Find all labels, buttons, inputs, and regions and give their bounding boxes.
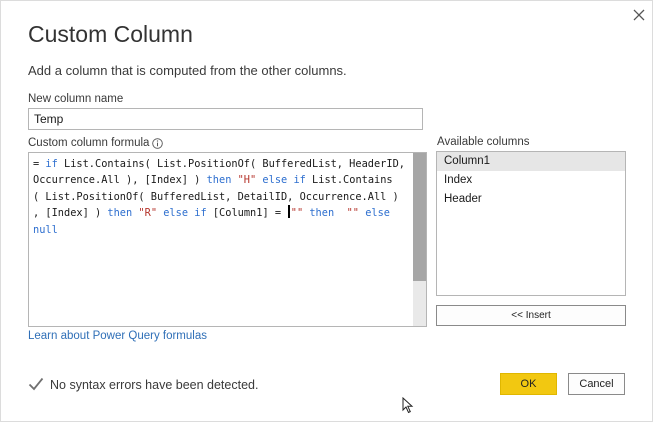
dialog-subtitle: Add a column that is computed from the o… — [28, 63, 347, 78]
new-column-name-label: New column name — [28, 93, 124, 105]
formula-token: List.Contains — [305, 174, 393, 187]
formula-token: "R" — [138, 207, 158, 220]
formula-token: then — [309, 207, 335, 220]
text-caret — [288, 205, 290, 219]
formula-token: null — [33, 223, 58, 236]
custom-column-dialog: Custom Column Add a column that is compu… — [0, 0, 653, 422]
formula-line: Occurrence.All ), [Index] ) then "H" els… — [33, 172, 409, 188]
formula-line: , [Index] ) then "R" else if [Column1] =… — [33, 205, 409, 221]
formula-token: else — [365, 207, 390, 220]
available-column-item[interactable]: Header — [437, 190, 625, 209]
available-column-item[interactable]: Index — [437, 171, 625, 190]
formula-editor[interactable]: = if List.Contains( List.PositionOf( Buf… — [28, 152, 427, 327]
formula-token: "" — [346, 207, 359, 220]
dialog-title: Custom Column — [28, 21, 193, 47]
formula-scrollbar-thumb[interactable] — [413, 153, 426, 281]
formula-line: ( List.PositionOf( BufferedList, DetailI… — [33, 189, 409, 205]
custom-formula-label: Custom column formula — [28, 137, 150, 149]
checkmark-icon — [28, 377, 44, 391]
formula-scrollbar[interactable] — [413, 153, 426, 326]
formula-token: then — [206, 174, 232, 187]
formula-token: List.Contains( List.PositionOf( Buffered… — [57, 158, 405, 170]
formula-token: else — [262, 174, 288, 187]
learn-power-query-link[interactable]: Learn about Power Query formulas — [28, 330, 207, 342]
formula-token: "H" — [237, 174, 257, 187]
formula-token: then — [107, 207, 133, 220]
formula-token: ( List.PositionOf( BufferedList, DetailI… — [33, 190, 399, 203]
formula-line: = if List.Contains( List.PositionOf( Buf… — [33, 156, 409, 172]
new-column-name-input[interactable]: Temp — [28, 108, 423, 130]
formula-token: "" — [290, 207, 304, 220]
info-icon[interactable] — [152, 138, 163, 149]
ok-button[interactable]: OK — [500, 373, 557, 395]
formula-token: = — [33, 158, 46, 170]
formula-token: if — [194, 207, 207, 220]
formula-token: , [Index] ) — [33, 207, 108, 220]
close-icon[interactable] — [631, 7, 647, 23]
formula-token — [334, 207, 346, 219]
formula-token: if — [293, 174, 306, 187]
formula-token: else — [163, 207, 189, 220]
mouse-cursor-icon — [402, 397, 414, 414]
available-column-item[interactable]: Column1 — [437, 152, 625, 171]
available-columns-label: Available columns — [437, 136, 530, 148]
formula-line: null — [33, 222, 409, 238]
formula-token: if — [45, 158, 58, 170]
formula-token: Occurrence.All ), [Index] ) — [33, 174, 207, 187]
cancel-button[interactable]: Cancel — [568, 373, 625, 395]
formula-text[interactable]: = if List.Contains( List.PositionOf( Buf… — [33, 156, 409, 238]
available-columns-list[interactable]: Column1 Index Header — [436, 151, 626, 296]
formula-token: [Column1] = — [206, 207, 288, 220]
syntax-status-text: No syntax errors have been detected. — [50, 378, 259, 392]
insert-button[interactable]: << Insert — [436, 305, 626, 326]
